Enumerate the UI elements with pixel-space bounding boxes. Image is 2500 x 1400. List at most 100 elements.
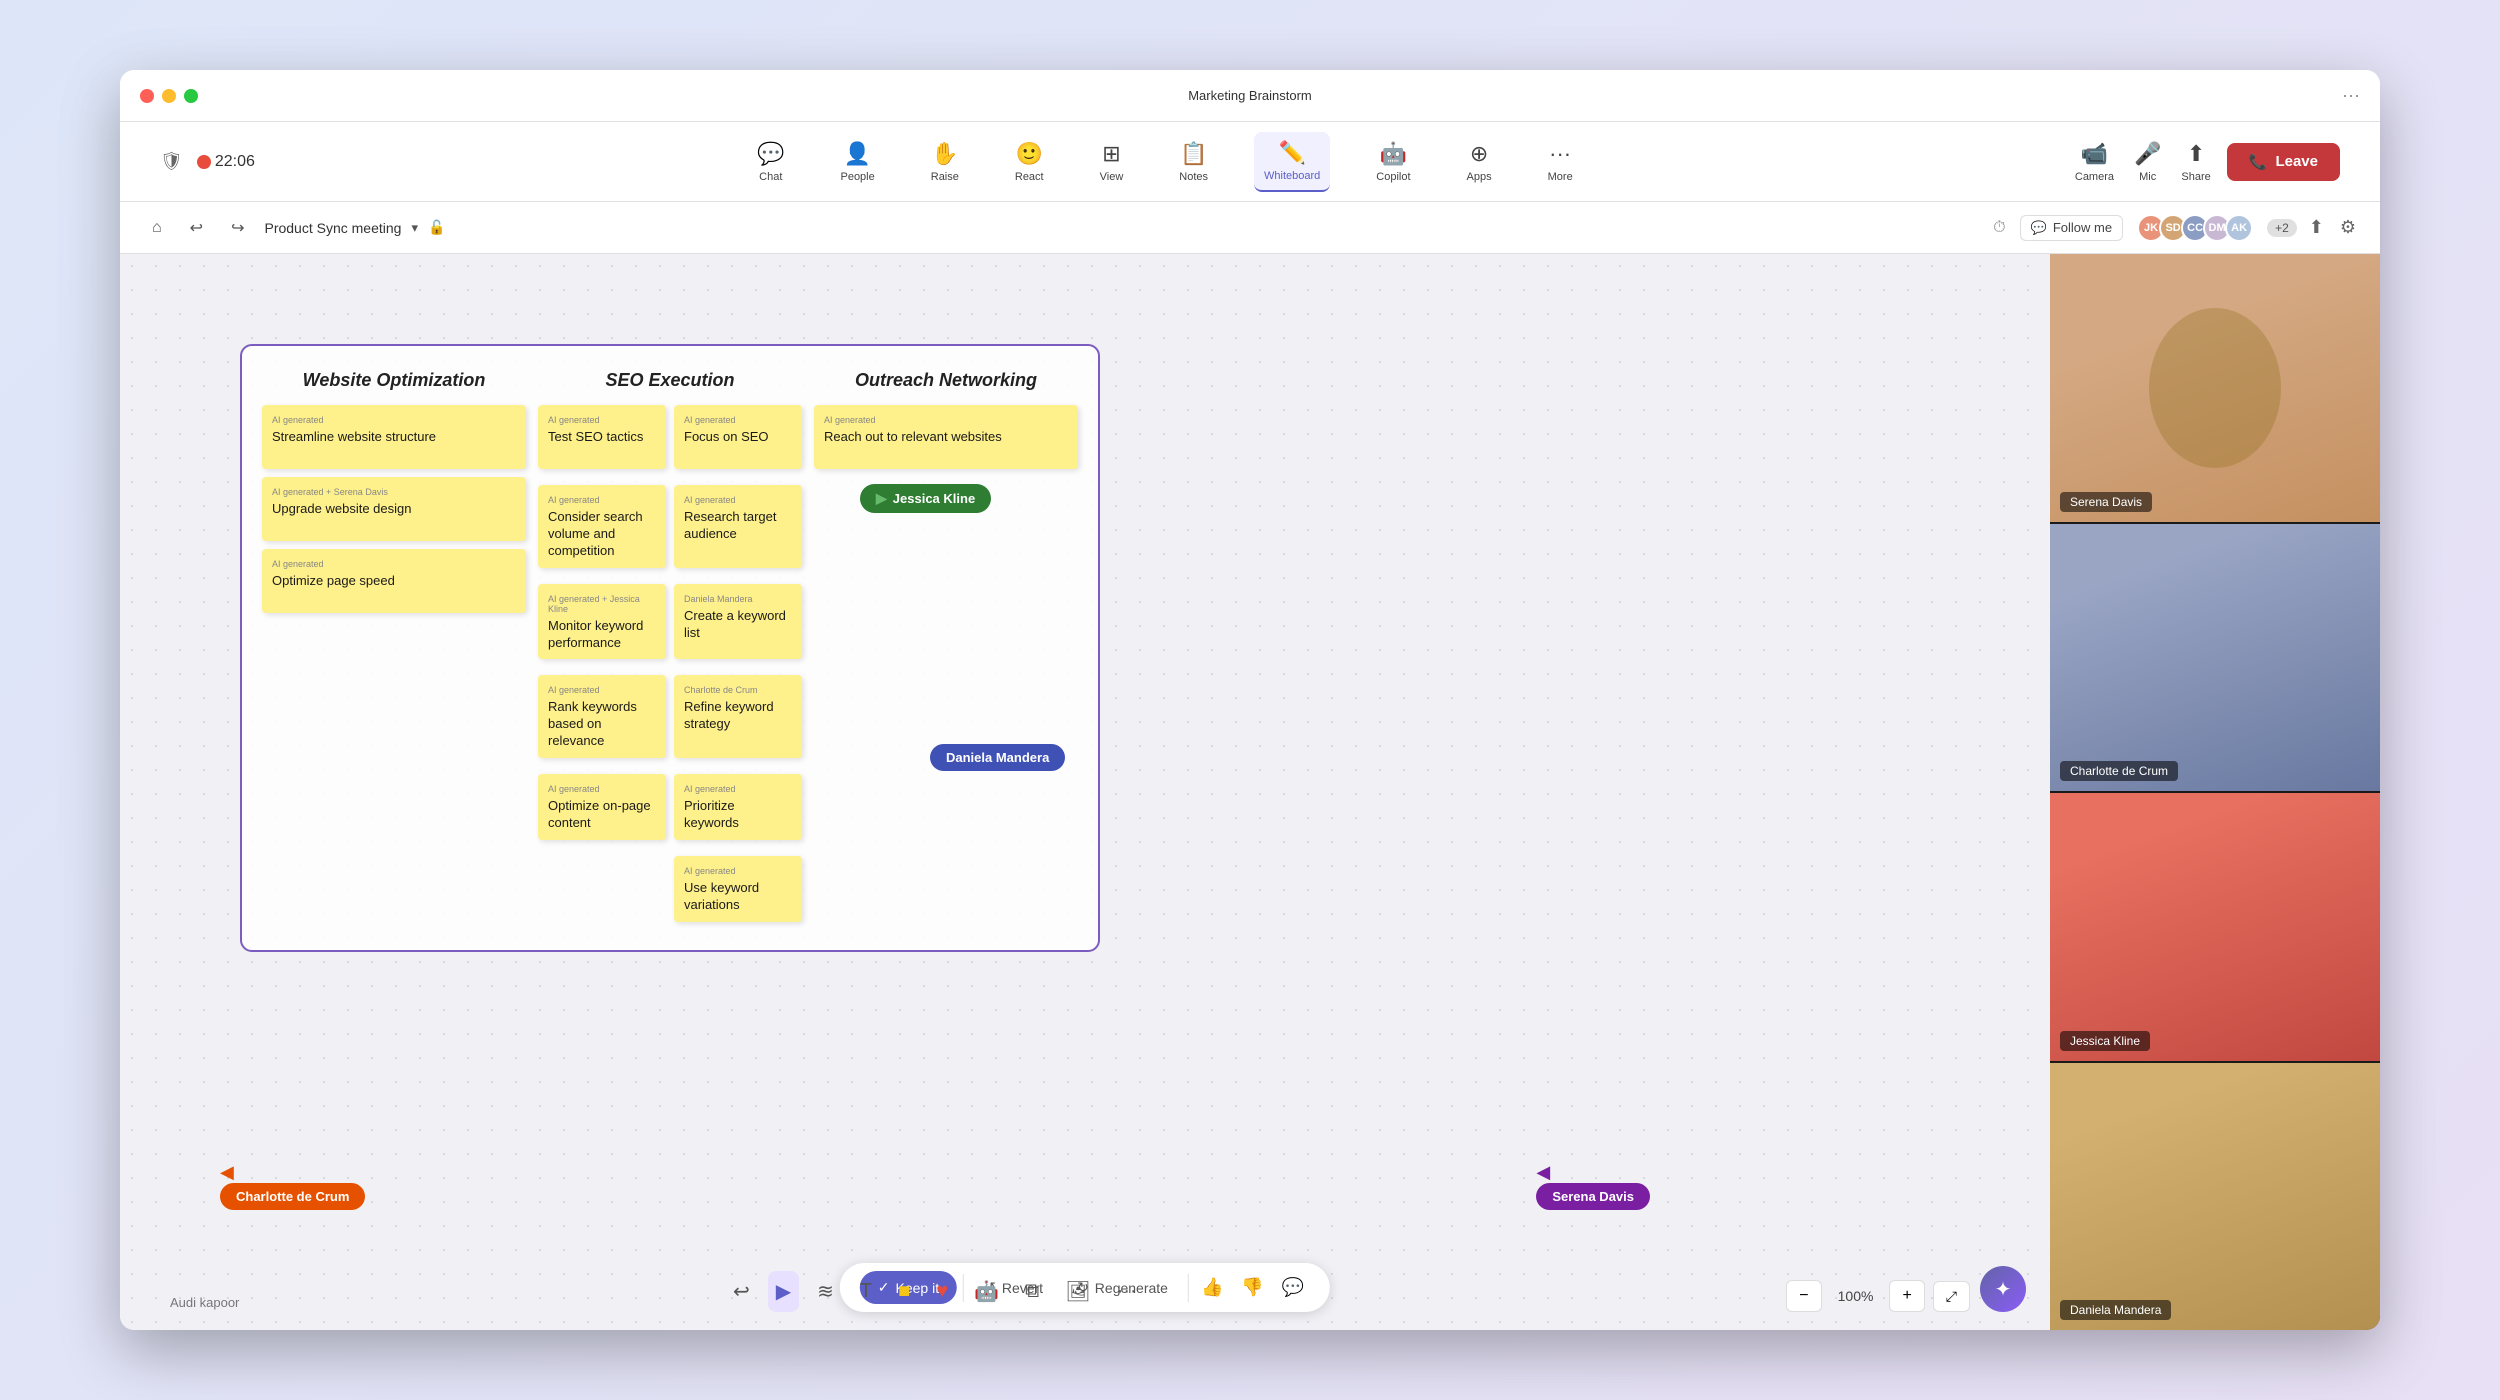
zoom-controls: − 100% + ⤢ [1786, 1280, 1970, 1312]
thumbs-down-button[interactable]: 👎 [1235, 1271, 1269, 1304]
view-label: View [1100, 171, 1124, 183]
avatar-5[interactable]: AK [2225, 214, 2253, 242]
toolbar-whiteboard[interactable]: ✏️ Whiteboard [1254, 132, 1330, 192]
home-button[interactable]: ⌂ [144, 215, 170, 241]
copilot-tool-button[interactable]: 🤖 [966, 1271, 1007, 1312]
copy-tool-button[interactable]: ⧉ [1017, 1272, 1047, 1311]
chat-icon: 💬 [757, 141, 784, 167]
fit-button[interactable]: ⤢ [1933, 1281, 1970, 1312]
note-text-refine: Refine keyword strategy [684, 699, 792, 733]
divider-2 [1188, 1274, 1189, 1302]
col-title-outreach: Outreach Networking [814, 370, 1078, 391]
cursor-serena: ◀ Serena Davis [1536, 1162, 1650, 1210]
sticky-streamline[interactable]: AI generated Streamline website structur… [262, 405, 526, 469]
ai-label-test-seo: AI generated [548, 415, 656, 425]
sticky-focus-seo[interactable]: AI generated Focus on SEO [674, 405, 802, 469]
toolbar-raise[interactable]: ✋ Raise [921, 133, 969, 191]
col-title-website: Website Optimization [262, 370, 526, 391]
sticky-tool-button[interactable]: ■ [890, 1272, 918, 1311]
select-tool-button[interactable]: ▶ [768, 1271, 799, 1312]
redo-button[interactable]: ↪ [223, 214, 252, 242]
sticky-test-seo[interactable]: AI generated Test SEO tactics [538, 405, 666, 469]
window-controls [140, 89, 198, 103]
more-label: More [1548, 171, 1573, 183]
sticky-refine[interactable]: Charlotte de Crum Refine keyword strateg… [674, 675, 802, 758]
text-tool-button[interactable]: T [852, 1272, 880, 1311]
toolbar-copilot[interactable]: 🤖 Copilot [1366, 133, 1420, 191]
cursor-name-daniela: Daniela Mandera [946, 750, 1049, 765]
image-tool-button[interactable]: 🖼 [1057, 1271, 1098, 1312]
sticky-research[interactable]: AI generated Research target audience [674, 485, 802, 568]
zoom-out-button[interactable]: − [1786, 1280, 1821, 1312]
follow-me-button[interactable]: 💬 Follow me [2020, 215, 2123, 241]
undo-button[interactable]: ↩ [182, 214, 211, 242]
copilot-fab[interactable]: ✦ [1980, 1266, 2026, 1312]
sticky-upgrade[interactable]: AI generated + Serena Davis Upgrade webs… [262, 477, 526, 541]
more-tools-button[interactable]: ··· [1109, 1272, 1145, 1311]
leave-button[interactable]: 📞 Leave [2227, 143, 2340, 181]
zoom-in-button[interactable]: + [1889, 1280, 1924, 1312]
home-icon: ⌂ [152, 219, 162, 237]
note-text-rank: Rank keywords based on relevance [548, 699, 656, 750]
sticky-monitor[interactable]: AI generated + Jessica Kline Monitor key… [538, 584, 666, 660]
share-link-icon[interactable]: ⬆ [2309, 217, 2324, 238]
leave-phone-icon: 📞 [2249, 153, 2268, 171]
close-button[interactable] [140, 89, 154, 103]
titlebar: Marketing Brainstorm ··· [120, 70, 2380, 122]
dropdown-icon[interactable]: ▾ [411, 220, 418, 236]
toolbar-people[interactable]: 👤 People [830, 133, 884, 191]
whiteboard-label: Whiteboard [1264, 170, 1320, 182]
sticky-reach-out[interactable]: AI generated Reach out to relevant websi… [814, 405, 1078, 469]
cursor-name-charlotte: Charlotte de Crum [236, 1189, 349, 1204]
video-tile-serena: Serena Davis [2050, 254, 2380, 522]
timer: 22:06 [215, 153, 255, 171]
follow-label: Follow me [2053, 220, 2112, 235]
toolbar-react[interactable]: 🙂 React [1005, 133, 1054, 191]
note-text-focus-seo: Focus on SEO [684, 429, 792, 446]
sticky-create-keyword[interactable]: Daniela Mandera Create a keyword list [674, 584, 802, 660]
sticky-consider[interactable]: AI generated Consider search volume and … [538, 485, 666, 568]
redo-icon: ↪ [231, 218, 244, 238]
ai-label-streamline: AI generated [272, 415, 516, 425]
sticky-optimize-page[interactable]: AI generated Optimize on-page content [538, 774, 666, 840]
toolbar-chat[interactable]: 💬 Chat [747, 133, 794, 191]
undo-icon: ↩ [190, 218, 203, 238]
ai-label-use-keyword: AI generated [684, 866, 792, 876]
toolbar-apps[interactable]: ⊕ Apps [1457, 133, 1502, 191]
minimize-button[interactable] [162, 89, 176, 103]
mic-button[interactable]: 🎤 Mic [2134, 141, 2161, 183]
zoom-value: 100% [1830, 1288, 1882, 1304]
undo-draw-button[interactable]: ↩ [725, 1271, 758, 1312]
whiteboard-canvas[interactable]: Website Optimization AI generated Stream… [120, 254, 2050, 1330]
camera-button[interactable]: 📹 Camera [2075, 141, 2114, 183]
breadcrumb: Product Sync meeting [264, 220, 401, 236]
note-text-use-keyword: Use keyword variations [684, 880, 792, 914]
cursor-name-serena: Serena Davis [1552, 1189, 1634, 1204]
heart-tool-button[interactable]: ♥ [928, 1272, 956, 1311]
toolbar-notes[interactable]: 📋 Notes [1169, 133, 1218, 191]
apps-icon: ⊕ [1470, 141, 1488, 167]
note-text-streamline: Streamline website structure [272, 429, 516, 446]
feedback-button[interactable]: 💬 [1276, 1271, 1310, 1304]
settings-icon[interactable]: ⚙ [2340, 217, 2356, 238]
sticky-rank[interactable]: AI generated Rank keywords based on rele… [538, 675, 666, 758]
flow-tool-button[interactable]: ≋ [809, 1271, 842, 1312]
thumbs-up-button[interactable]: 👍 [1195, 1271, 1229, 1304]
sticky-prioritize[interactable]: AI generated Prioritize keywords [674, 774, 802, 840]
secondary-toolbar: ⌂ ↩ ↪ Product Sync meeting ▾ 🔓 ⏱ 💬 Follo… [120, 202, 2380, 254]
more-button[interactable]: ··· [2342, 85, 2360, 106]
sticky-optimize-speed[interactable]: AI generated Optimize page speed [262, 549, 526, 613]
cursor-daniela: Daniela Mandera [930, 744, 1065, 771]
sticky-use-keyword[interactable]: AI generated Use keyword variations [674, 856, 802, 922]
camera-label: Camera [2075, 171, 2114, 183]
toolbar-view[interactable]: ⊞ View [1090, 133, 1134, 191]
ai-label-upgrade: AI generated + Serena Davis [272, 487, 516, 497]
cursor-jessica: ▶ Jessica Kline [860, 484, 991, 513]
copilot-fab-icon: ✦ [1995, 1277, 2012, 1302]
shield-icon: 🛡 [160, 151, 183, 172]
raise-label: Raise [931, 171, 959, 183]
share-button[interactable]: ⬆ Share [2181, 141, 2210, 183]
toolbar-more[interactable]: ··· More [1538, 133, 1583, 191]
maximize-button[interactable] [184, 89, 198, 103]
ai-label-rank: AI generated [548, 685, 656, 695]
